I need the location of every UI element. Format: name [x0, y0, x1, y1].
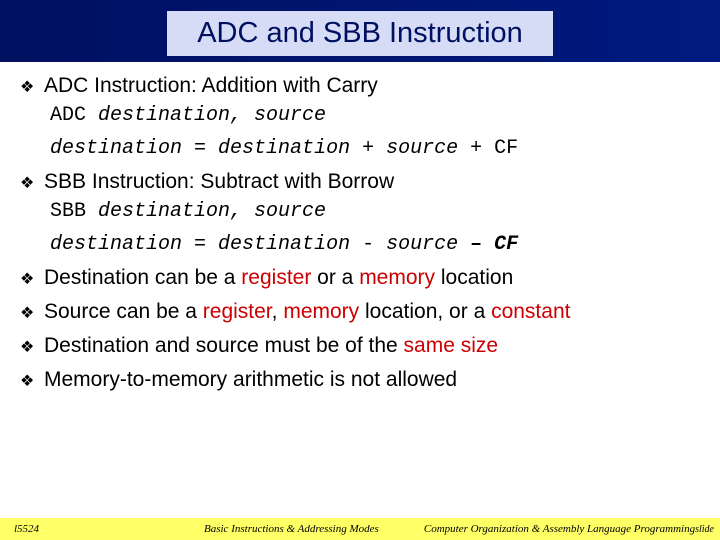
bullet-sbb: ❖ SBB Instruction: Subtract with Borrow [20, 170, 700, 194]
bullet-text: Memory-to-memory arithmetic is not allow… [44, 368, 457, 392]
footer-right-text: Computer Organization & Assembly Languag… [424, 523, 695, 535]
code-text: ADC [50, 104, 98, 127]
code-adc-syntax: ADC destination, source [50, 104, 700, 127]
bullet-mem2mem: ❖ Memory-to-memory arithmetic is not all… [20, 368, 700, 392]
code-text: destination [218, 137, 350, 160]
code-text: - [350, 233, 386, 256]
slide-content: ❖ ADC Instruction: Addition with Carry A… [0, 62, 720, 392]
text-part: same size [404, 334, 499, 357]
footer-bar: l5524 Basic Instructions & Addressing Mo… [0, 518, 720, 540]
text-part: Destination can be a [44, 266, 241, 289]
text-part: location, or a [359, 300, 491, 323]
bullet-text: ADC Instruction: Addition with Carry [44, 74, 378, 98]
text-part: location [435, 266, 513, 289]
bullet-source: ❖ Source can be a register, memory locat… [20, 300, 700, 324]
code-sbb-semantics: destination = destination - source – CF [50, 233, 700, 256]
bullet-icon: ❖ [20, 77, 36, 97]
text-part: register [203, 300, 272, 323]
code-sbb-syntax: SBB destination, source [50, 200, 700, 223]
code-text: + [350, 137, 386, 160]
code-text: SBB [50, 200, 98, 223]
bullet-text: Destination can be a register or a memor… [44, 266, 513, 290]
title-box: ADC and SBB Instruction [167, 11, 553, 56]
text-part: register [241, 266, 311, 289]
bullet-text: Destination and source must be of the sa… [44, 334, 498, 358]
slide-title: ADC and SBB Instruction [197, 17, 523, 49]
code-text: source [386, 233, 458, 256]
code-text: destination, source [98, 104, 326, 127]
bullet-text: SBB Instruction: Subtract with Borrow [44, 170, 394, 194]
text-part: Destination and source must be of the [44, 334, 404, 357]
code-text: – CF [458, 233, 518, 256]
bullet-icon: ❖ [20, 337, 36, 357]
bullet-icon: ❖ [20, 371, 36, 391]
title-bar: ADC and SBB Instruction [0, 0, 720, 62]
footer-right: Computer Organization & Assembly Languag… [424, 523, 714, 535]
bullet-samesize: ❖ Destination and source must be of the … [20, 334, 700, 358]
code-text: destination, source [98, 200, 326, 223]
text-part: or a [311, 266, 359, 289]
bullet-adc: ❖ ADC Instruction: Addition with Carry [20, 74, 700, 98]
bullet-icon: ❖ [20, 173, 36, 193]
footer-slide-label: slide [695, 524, 714, 535]
code-adc-semantics: destination = destination + source + CF [50, 137, 700, 160]
code-text: + CF [458, 137, 518, 160]
bullet-icon: ❖ [20, 303, 36, 323]
bullet-text: Source can be a register, memory locatio… [44, 300, 570, 324]
footer-mid: Basic Instructions & Addressing Modes [204, 523, 379, 535]
text-part: memory [359, 266, 435, 289]
code-text: = [182, 137, 218, 160]
code-text: source [386, 137, 458, 160]
text-part: Source can be a [44, 300, 203, 323]
code-text: = [182, 233, 218, 256]
text-part: , [272, 300, 284, 323]
code-text: destination [218, 233, 350, 256]
text-part: memory [283, 300, 359, 323]
text-part: constant [491, 300, 570, 323]
bullet-dest: ❖ Destination can be a register or a mem… [20, 266, 700, 290]
code-text: destination [50, 233, 182, 256]
bullet-icon: ❖ [20, 269, 36, 289]
code-text: destination [50, 137, 182, 160]
footer-left: l5524 [14, 523, 174, 535]
